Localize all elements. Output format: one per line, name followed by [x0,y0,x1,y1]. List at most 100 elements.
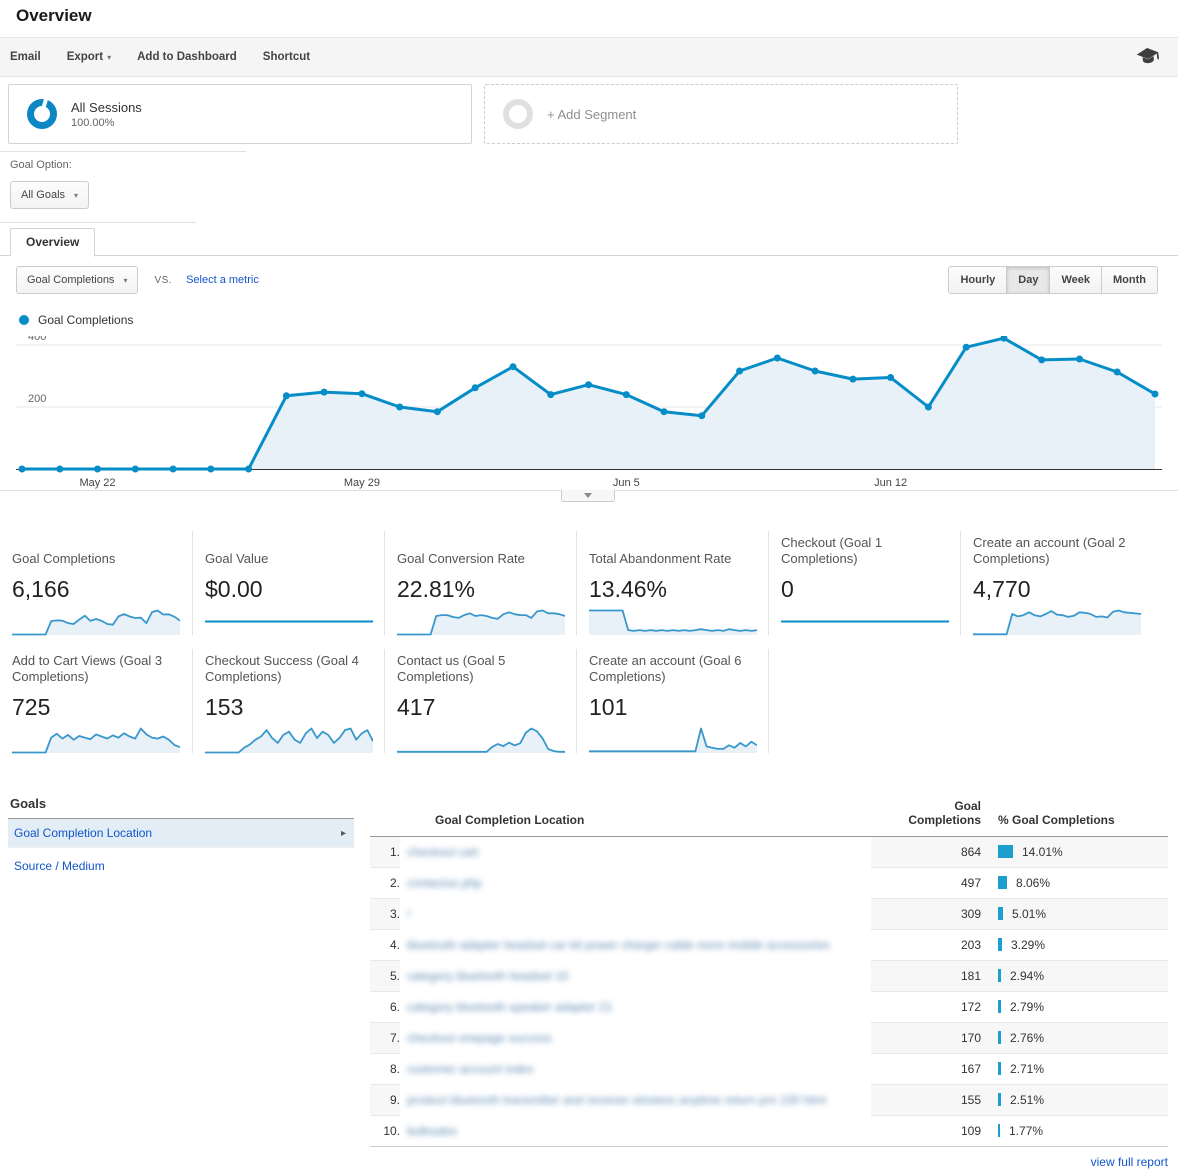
header-rank [370,793,400,837]
toolbar-item[interactable]: Email [10,51,41,63]
chart-data-point[interactable] [1038,356,1045,363]
chart-data-point[interactable] [207,466,214,473]
toolbar-items: Email Export▾ Add to Dashboard Shortcut [0,38,1178,76]
metric-card-value: 101 [589,694,758,721]
goals-item-source-medium[interactable]: Source / Medium [8,859,354,873]
divider [0,222,196,223]
select-a-metric-link[interactable]: Select a metric [186,274,259,286]
goals-item-label: Goal Completion Location [14,826,152,840]
chart-data-point[interactable] [623,391,630,398]
pct-value: 2.51% [1010,1093,1044,1107]
segment-all-sessions[interactable]: All Sessions 100.00% [8,84,472,144]
goal-option-dropdown[interactable]: All Goals ▾ [10,181,89,209]
chart-data-point[interactable] [132,466,139,473]
toolbar-item[interactable]: Add to Dashboard [137,51,237,63]
metric-card-title: Total Abandonment Rate [589,533,758,567]
chart-data-point[interactable] [396,404,403,411]
row-location[interactable]: category bluetooth speaker adapter 21 [400,992,871,1023]
goals-heading: Goals [8,796,354,819]
row-location[interactable]: checkout cart [400,837,871,868]
chart-data-point[interactable] [925,404,932,411]
toolbar-item[interactable]: Export▾ [67,51,111,63]
row-location[interactable]: bluetooth adapter headset car kit power … [400,930,871,961]
chart-data-point[interactable] [1114,369,1121,376]
chart-data-point[interactable] [547,391,554,398]
chart-data-point[interactable] [510,363,517,370]
row-location[interactable]: checkout onepage success [400,1023,871,1054]
row-completions: 109 [871,1116,981,1147]
pct-value: 3.29% [1011,938,1045,952]
chart-data-point[interactable] [94,466,101,473]
segment-donut-icon [27,99,57,129]
chart-data-point[interactable] [170,466,177,473]
chart-data-point[interactable] [812,368,819,375]
row-location[interactable]: category bluetooth headset 10 [400,961,871,992]
goals-item-goal-completion-location[interactable]: Goal Completion Location ▸ [8,819,354,848]
granularity-month[interactable]: Month [1101,266,1158,294]
pct-value: 14.01% [1022,845,1063,859]
chart-data-point[interactable] [887,374,894,381]
chart-data-point[interactable] [19,466,26,473]
chart-data-point[interactable] [849,376,856,383]
pct-value: 2.79% [1010,1000,1044,1014]
metric-card-sparkline [973,608,1141,636]
metric-card: Create an account (Goal 2 Completions) 4… [960,531,1152,635]
toolbar-item[interactable]: Shortcut [263,51,310,63]
granularity-day[interactable]: Day [1006,266,1050,294]
chart-data-point[interactable] [661,408,668,415]
chart-data-point[interactable] [585,381,592,388]
row-location[interactable]: / [400,899,871,930]
chart-data-point[interactable] [245,466,252,473]
table-row: 4. bluetooth adapter headset car kit pow… [370,930,1168,961]
chart-data-point[interactable] [434,408,441,415]
metric-card: Add to Cart Views (Goal 3 Completions) 7… [0,649,192,753]
chart-data-point[interactable] [736,368,743,375]
timeseries-chart[interactable]: 200400May 22May 29Jun 5Jun 12 [0,336,1178,492]
row-completions: 203 [871,930,981,961]
metric-card: Goal Value $0.00 [192,531,384,635]
row-location[interactable]: bulksales [400,1116,871,1147]
chart-data-point[interactable] [472,384,479,391]
chart-controls: Goal Completions ▾ VS. Select a metric H… [16,266,1158,294]
row-rank: 1. [370,837,400,868]
pct-value: 2.76% [1010,1031,1044,1045]
row-pct: 2.76% [981,1023,1168,1054]
granularity-hourly[interactable]: Hourly [948,266,1007,294]
view-full-report-link[interactable]: view full report [370,1155,1168,1169]
row-location-blurred-text: bulksales [407,1124,457,1138]
metric-card-sparkline [397,726,565,754]
header-completions[interactable]: Goal Completions [871,793,981,837]
education-graduation-cap-icon[interactable] [1135,46,1161,67]
row-location[interactable]: customer account index [400,1054,871,1085]
chart-data-point[interactable] [321,389,328,396]
add-segment-button[interactable]: + Add Segment [484,84,958,144]
chart-data-point[interactable] [56,466,63,473]
chart-data-point[interactable] [1076,356,1083,363]
annotations-expander[interactable] [561,490,615,502]
row-location[interactable]: contactus php [400,868,871,899]
metric-selector-dropdown[interactable]: Goal Completions ▾ [16,266,138,294]
metric-card-sparkline [781,608,949,636]
metric-card-sparkline [12,726,180,754]
chevron-down-icon: ▾ [74,191,78,200]
row-location-blurred-text: checkout cart [407,845,478,859]
chart-data-point[interactable] [774,355,781,362]
table-row: 9. product bluetooth transmitter and rec… [370,1085,1168,1116]
header-location[interactable]: Goal Completion Location [400,793,871,837]
header-pct-completions[interactable]: % Goal Completions [981,793,1168,837]
segment-name: All Sessions [71,100,142,115]
pct-bar [998,969,1001,982]
chart-data-point[interactable] [698,412,705,419]
granularity-week[interactable]: Week [1049,266,1102,294]
metric-card-value: 0 [781,576,950,603]
chart-data-point[interactable] [283,392,290,399]
row-pct: 8.06% [981,868,1168,899]
row-rank: 6. [370,992,400,1023]
tab-overview[interactable]: Overview [10,228,95,257]
chart-data-point[interactable] [358,390,365,397]
row-rank: 5. [370,961,400,992]
chart-data-point[interactable] [963,344,970,351]
chart-data-point[interactable] [1152,391,1159,398]
row-rank: 9. [370,1085,400,1116]
row-location[interactable]: product bluetooth transmitter and receiv… [400,1085,871,1116]
